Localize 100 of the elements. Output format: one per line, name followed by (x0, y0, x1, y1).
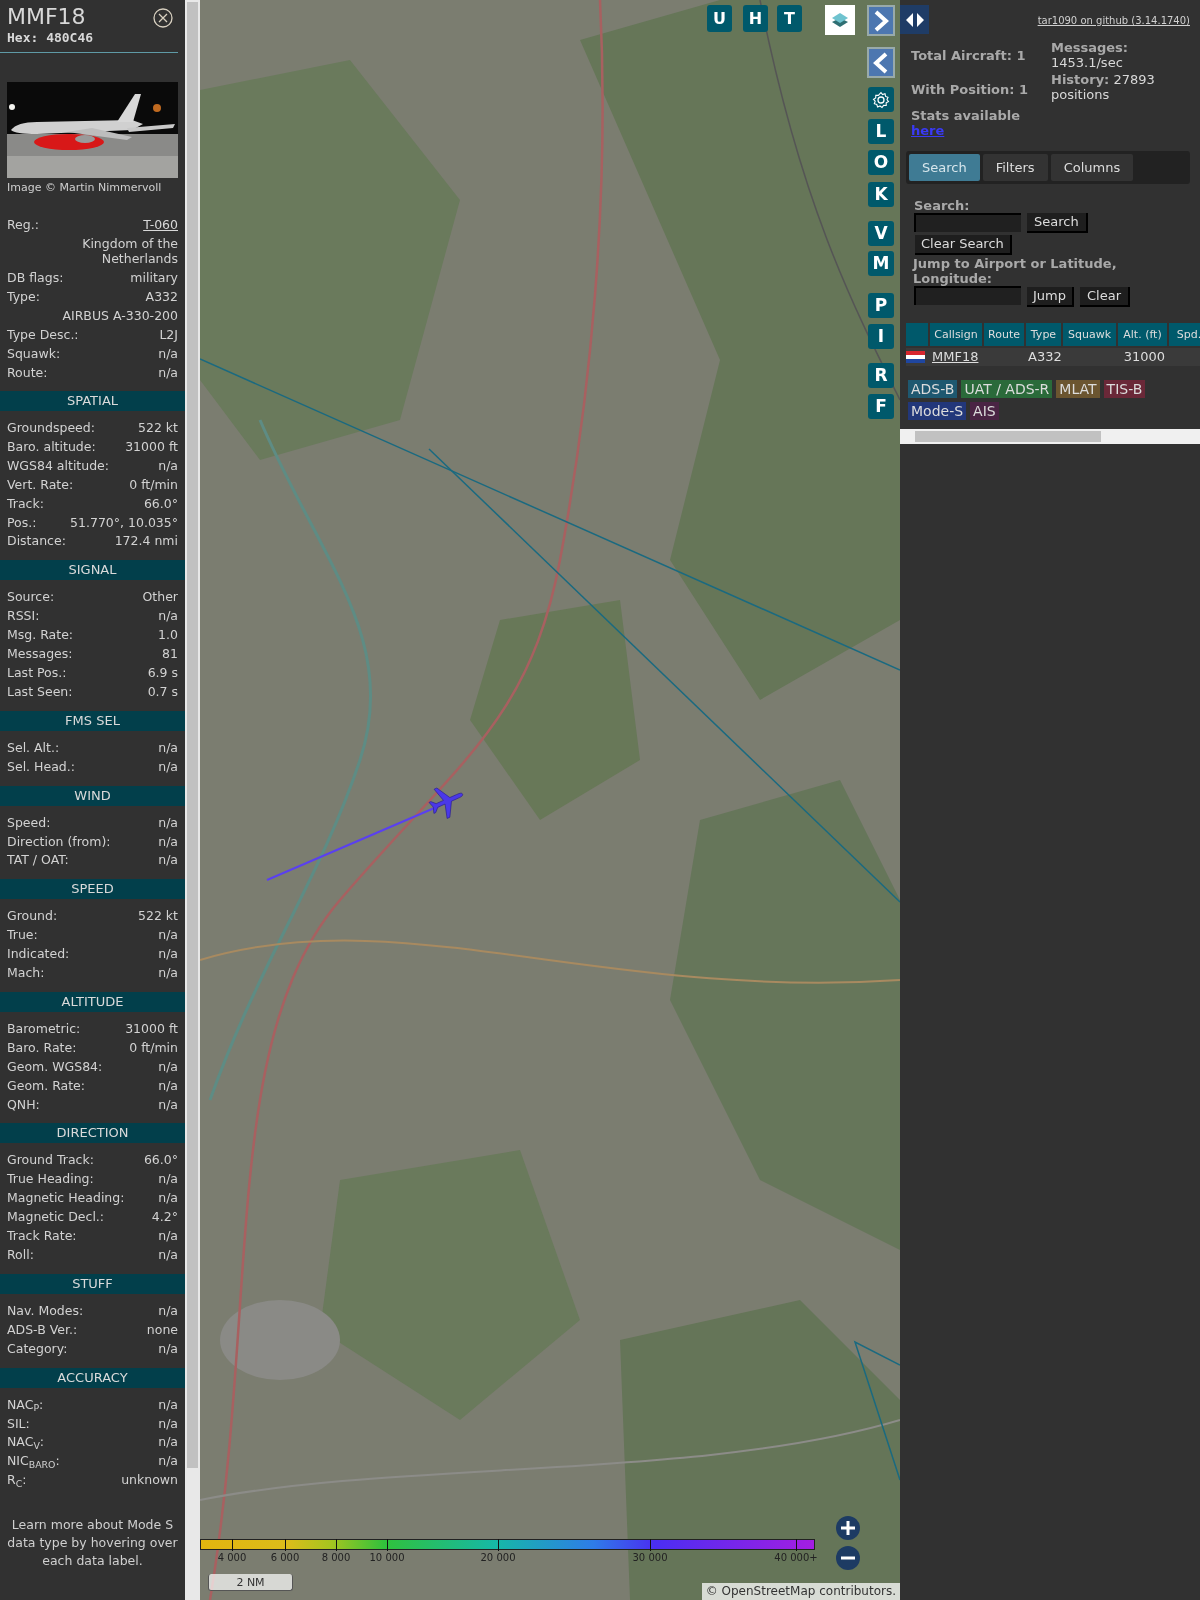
registration-link[interactable]: T-060 (143, 215, 178, 234)
forward-button[interactable] (867, 5, 895, 36)
toggle-sidebar-button[interactable] (900, 5, 929, 34)
scrollbar-thumb[interactable] (915, 431, 1101, 442)
close-icon[interactable] (153, 8, 173, 28)
field-label: Category: (7, 1339, 68, 1358)
version-link[interactable]: tar1090 on github (3.14.1740) (1037, 13, 1190, 28)
airplane-icon[interactable] (428, 787, 463, 819)
scrollbar-thumb[interactable] (187, 2, 198, 1468)
stat-text: Stats available (911, 108, 1022, 123)
field-label: DB flags: (7, 269, 64, 287)
jump-field[interactable] (914, 286, 1021, 305)
zoom-in-button[interactable] (836, 1516, 860, 1540)
column-header[interactable]: Alt. (ft) (1118, 323, 1167, 346)
field-value: n/a (158, 832, 178, 851)
source-tag: Mode-S (908, 402, 967, 420)
field-label: WGS84 altitude: (7, 456, 110, 475)
chevron-right-icon (873, 9, 889, 32)
field-value: n/a (158, 738, 178, 757)
field-label: QNH: (7, 1095, 40, 1114)
column-header[interactable]: Squawk (1063, 323, 1116, 346)
field-value: 66.0° (143, 1151, 178, 1170)
field-value: n/a (158, 1189, 178, 1208)
jump-button[interactable]: Jump (1027, 287, 1074, 307)
map-toggle-button[interactable]: R (868, 363, 894, 388)
column-header[interactable]: Route (984, 323, 1024, 346)
field-label: True: (7, 926, 38, 945)
source-tag: MLAT (1056, 380, 1100, 398)
hex-code: Hex: 480C46 (7, 30, 95, 46)
column-header[interactable]: Spd. (1169, 323, 1200, 346)
map-toggle-button[interactable]: H (743, 5, 768, 32)
back-button[interactable] (867, 47, 895, 78)
field-label: Vert. Rate: (7, 475, 74, 494)
field-label: Indicated: (7, 945, 70, 964)
horizontal-scrollbar[interactable] (900, 429, 1200, 444)
section-header: FMS SEL (0, 710, 185, 731)
map-attribution: © OpenStreetMap contributors. (701, 1583, 900, 1600)
tab[interactable]: Filters (982, 154, 1048, 181)
column-header[interactable]: Callsign (930, 323, 982, 346)
field-value: 522 kt (138, 907, 178, 926)
table-cell: 31000 (1123, 349, 1165, 364)
map-toggle-button[interactable]: O (868, 150, 894, 175)
map-toggle-button[interactable]: U (707, 5, 732, 32)
stat-text: Messages: 1453.1/sec (1051, 40, 1130, 70)
section-header: SIGNAL (0, 560, 185, 581)
clear-search-button[interactable]: Clear Search (915, 235, 1012, 255)
search-field[interactable] (914, 213, 1021, 232)
field-label: Baro. Rate: (7, 1038, 77, 1057)
field-label: Baro. altitude: (7, 437, 96, 456)
map-toggle-button[interactable]: T (777, 5, 802, 32)
search-button[interactable]: Search (1027, 213, 1088, 233)
map-toggle-button[interactable]: V (868, 221, 894, 246)
field-label: Nav. Modes: (7, 1301, 84, 1320)
field-value: 31000 ft (125, 1019, 178, 1038)
field-value: 1.0 (158, 626, 178, 645)
field-value: military (130, 269, 178, 287)
altitude-label: 10 000 (369, 1552, 405, 1564)
section-header: WIND (0, 785, 185, 806)
callsign-link[interactable]: MMF18 (932, 349, 979, 364)
layers-button[interactable] (825, 5, 855, 35)
clear-button[interactable]: Clear (1080, 287, 1130, 307)
field-label: R$_{C}$: (7, 1471, 27, 1491)
field-value: n/a (158, 945, 178, 964)
field-label: Track Rate: (7, 1227, 77, 1246)
field-label: Geom. WGS84: (7, 1057, 103, 1076)
column-header[interactable]: Type (1026, 323, 1061, 346)
tab[interactable]: Columns (1050, 154, 1134, 181)
altitude-label: 20 000 (480, 1552, 516, 1564)
field-value: Kingdom of the Netherlands (81, 235, 178, 268)
map-toggle-button[interactable]: K (868, 182, 894, 207)
field-label: Groundspeed: (7, 419, 95, 437)
scrollbar[interactable] (185, 0, 200, 1600)
altitude-label: 4 000 (217, 1552, 247, 1564)
field-value: Other (142, 588, 178, 607)
settings-button[interactable] (868, 87, 894, 112)
map-toggle-button[interactable]: L (868, 119, 894, 144)
field-label: Magnetic Heading: (7, 1189, 125, 1208)
field-label: Last Seen: (7, 682, 73, 701)
chevron-left-icon (873, 51, 889, 74)
field-value: 0.7 s (147, 682, 178, 701)
map-toggle-button[interactable]: M (868, 251, 894, 276)
map-toggle-button[interactable]: I (868, 324, 894, 349)
section-header: STUFF (0, 1273, 185, 1294)
scale-bar: 2 NM (208, 1574, 293, 1591)
map-toggle-button[interactable]: F (868, 394, 894, 419)
field-label: Mach: (7, 964, 45, 983)
map-toggle-button[interactable]: P (868, 293, 894, 318)
field-value: AIRBUS A-330-200 (61, 307, 178, 325)
field-value: L2J (159, 326, 178, 344)
field-value: n/a (158, 813, 178, 832)
zoom-out-button[interactable] (836, 1546, 860, 1570)
help-note: Learn more about Mode S data type by hovering over each data label. (6, 1516, 179, 1571)
tab[interactable]: Search (909, 154, 980, 181)
field-label: Ground: (7, 907, 58, 926)
section-header: ALTITUDE (0, 991, 185, 1012)
field-value: n/a (158, 1076, 178, 1095)
field-value: 172.4 nmi (114, 532, 178, 551)
field-label: Last Pos.: (7, 663, 67, 682)
field-value: n/a (158, 345, 178, 363)
altitude-label: 40 000+ (774, 1552, 818, 1564)
